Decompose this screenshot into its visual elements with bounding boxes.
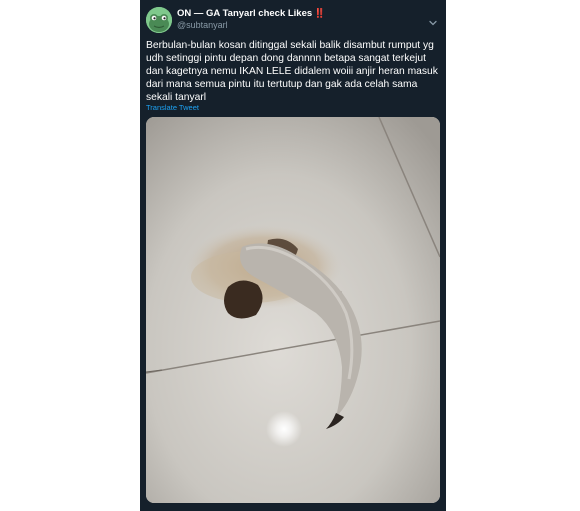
translate-tweet-link[interactable]: Translate Tweet (146, 103, 199, 112)
avatar[interactable] (146, 7, 172, 33)
display-name-text: ON — GA Tanyarl check Likes (177, 8, 313, 19)
double-exclamation-badge: ‼️ (314, 8, 326, 18)
catfish-photo (146, 117, 440, 503)
frog-avatar-icon (146, 7, 172, 33)
tweet-card[interactable]: ON — GA Tanyarl check Likes ‼️ @subtanyar… (140, 0, 446, 511)
tweet-text: Berbulan-bulan kosan ditinggal sekali ba… (146, 40, 438, 103)
user-handle[interactable]: @subtanyarl (177, 20, 228, 30)
chevron-down-icon[interactable] (428, 14, 438, 26)
tweet-media-photo[interactable] (146, 117, 440, 503)
display-name[interactable]: ON — GA Tanyarl check Likes ‼️ (177, 8, 325, 19)
